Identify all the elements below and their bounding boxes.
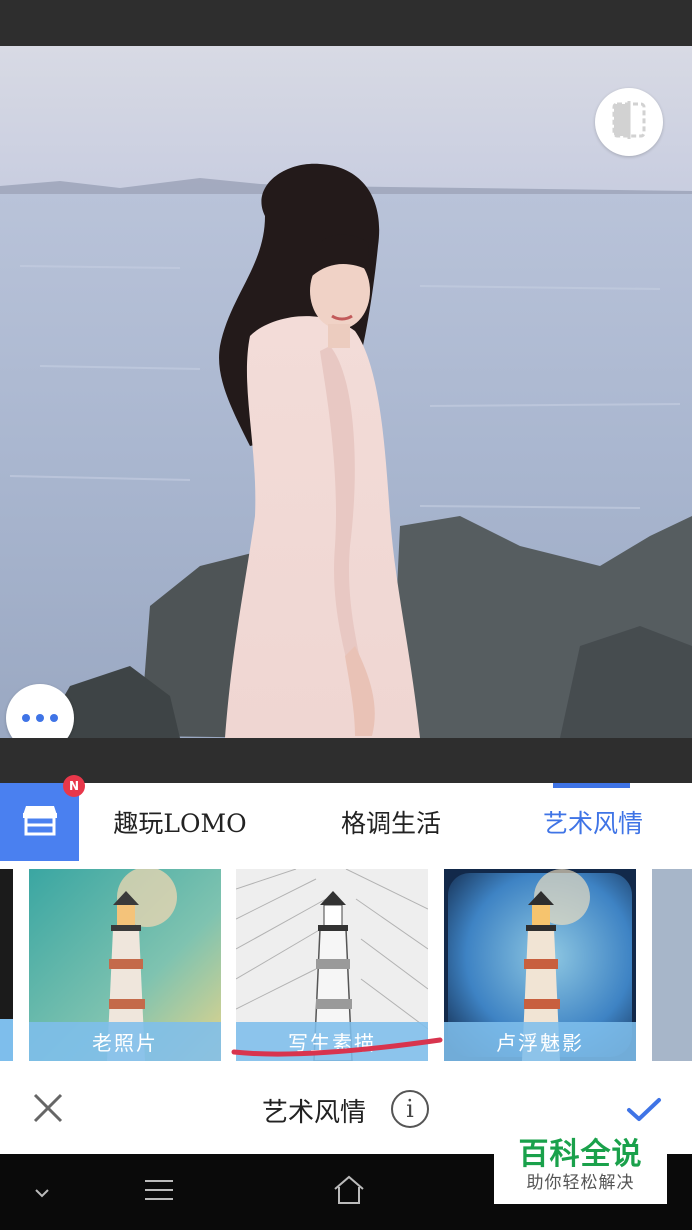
check-icon xyxy=(626,1097,662,1127)
menu-icon xyxy=(143,1178,175,1206)
filter-thumb-partial-right[interactable] xyxy=(652,869,692,1061)
tab-lifestyle[interactable]: 格调生活 xyxy=(318,783,464,861)
filter-thumb-partial-left[interactable] xyxy=(0,869,13,1061)
watermark-subtitle: 助你轻松解决 xyxy=(526,1173,635,1193)
compare-split-icon xyxy=(611,101,647,143)
watermark-title: 百科全说 xyxy=(518,1137,643,1172)
confirm-button[interactable] xyxy=(622,1092,666,1132)
nav-home-button[interactable] xyxy=(326,1154,372,1230)
info-button[interactable]: i xyxy=(391,1090,429,1128)
divider xyxy=(0,738,692,783)
home-icon xyxy=(332,1175,366,1209)
new-badge: N xyxy=(63,775,85,797)
tab-lomo[interactable]: 趣玩LOMO xyxy=(100,783,260,861)
watermark-logo: 百科全说 助你轻松解决 xyxy=(494,1128,667,1204)
close-icon xyxy=(32,1092,64,1128)
filter-label-vintage: 老照片 xyxy=(29,1022,221,1061)
compare-button[interactable] xyxy=(595,88,663,156)
tab-art-style[interactable]: 艺术风情 xyxy=(520,783,666,861)
filter-thumb-vintage[interactable]: 老照片 xyxy=(29,869,221,1061)
nav-menu-button[interactable] xyxy=(136,1154,182,1230)
current-filter-title: 艺术风情 xyxy=(262,1097,367,1128)
filter-thumb-vignette[interactable]: 卢浮魅影 xyxy=(444,869,636,1061)
filter-label-vignette: 卢浮魅影 xyxy=(444,1022,636,1061)
store-icon xyxy=(22,804,58,840)
status-bar xyxy=(0,0,692,46)
photo-canvas[interactable] xyxy=(0,46,692,738)
highlight-underline xyxy=(231,1037,443,1057)
chevron-down-icon xyxy=(34,1183,50,1202)
more-dots-icon xyxy=(22,714,30,722)
nav-collapse-button[interactable] xyxy=(20,1154,64,1230)
cancel-button[interactable] xyxy=(28,1090,68,1130)
info-icon: i xyxy=(406,1095,414,1123)
active-tab-indicator xyxy=(553,783,630,788)
